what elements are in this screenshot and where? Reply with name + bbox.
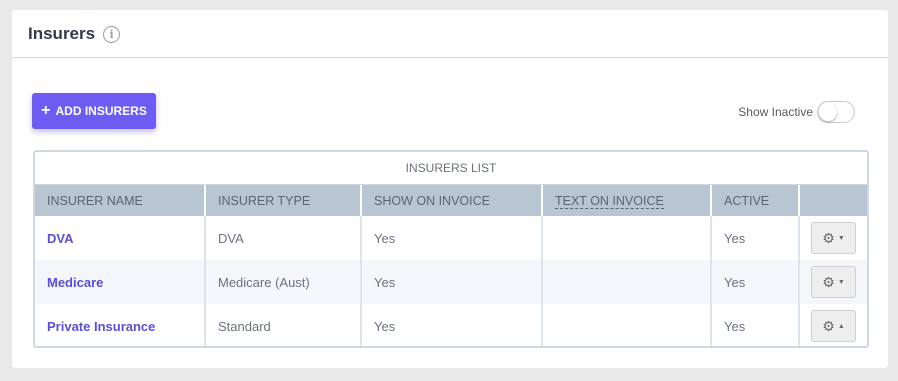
insurer-name-link[interactable]: Medicare: [47, 275, 103, 290]
add-insurers-button[interactable]: + ADD INSURERS: [32, 93, 156, 129]
insurer-name-cell: DVA: [35, 216, 206, 260]
col-insurer-name[interactable]: INSURER NAME: [35, 185, 206, 216]
show-inactive-label: Show Inactive: [738, 105, 813, 119]
col-text-on-invoice-label: TEXT ON INVOICE: [555, 193, 664, 209]
gear-icon: ⚙: [822, 317, 835, 334]
caret-up-icon: ▲: [837, 322, 845, 330]
page-title: Insurers: [28, 23, 96, 43]
active-cell: Yes: [711, 216, 800, 260]
row-actions-button[interactable]: ⚙ ▼: [811, 266, 856, 298]
table-row: DVA DVA Yes Yes ⚙ ▼: [35, 216, 867, 260]
col-active[interactable]: ACTIVE: [711, 185, 800, 216]
insurer-name-link[interactable]: Private Insurance: [47, 319, 155, 334]
col-show-on-invoice[interactable]: SHOW ON INVOICE: [361, 185, 543, 216]
gear-icon: ⚙: [822, 229, 835, 246]
show-on-invoice-cell: Yes: [361, 216, 543, 260]
col-actions: [799, 185, 867, 216]
active-cell: Yes: [711, 260, 800, 304]
text-on-invoice-cell: [542, 216, 712, 260]
insurer-type-cell: DVA: [205, 216, 362, 260]
plus-icon: +: [41, 102, 51, 119]
info-icon[interactable]: i: [103, 26, 121, 43]
table-header-row: INSURER NAME INSURER TYPE SHOW ON INVOIC…: [35, 185, 867, 216]
col-insurer-type[interactable]: INSURER TYPE: [205, 185, 362, 216]
show-on-invoice-cell: Yes: [361, 260, 543, 304]
show-inactive-toggle[interactable]: [817, 101, 855, 123]
card-header: Insurers i: [12, 10, 888, 58]
actions-cell: ⚙ ▼: [799, 260, 867, 304]
table-row: Medicare Medicare (Aust) Yes Yes ⚙ ▼: [35, 260, 867, 304]
toggle-knob: [819, 103, 837, 121]
active-cell: Yes: [711, 304, 800, 346]
insurers-table: INSURERS LIST INSURER NAME INSURER TYPE …: [33, 150, 869, 348]
text-on-invoice-cell: [542, 304, 712, 346]
insurer-name-cell: Private Insurance: [35, 304, 206, 346]
table-row: Private Insurance Standard Yes Yes ⚙ ▲: [35, 304, 867, 346]
add-insurers-label: ADD INSURERS: [55, 104, 147, 118]
insurer-name-link[interactable]: DVA: [47, 231, 73, 246]
actions-cell: ⚙ ▲: [799, 304, 867, 346]
caret-down-icon: ▼: [837, 278, 845, 286]
insurers-grid: INSURER NAME INSURER TYPE SHOW ON INVOIC…: [35, 185, 867, 346]
row-actions-button[interactable]: ⚙ ▼: [811, 222, 856, 254]
insurer-name-cell: Medicare: [35, 260, 206, 304]
show-on-invoice-cell: Yes: [361, 304, 543, 346]
row-actions-button[interactable]: ⚙ ▲: [811, 310, 856, 342]
caret-down-icon: ▼: [837, 234, 845, 242]
insurer-type-cell: Medicare (Aust): [205, 260, 362, 304]
gear-icon: ⚙: [822, 273, 835, 290]
show-inactive-control: Show Inactive: [738, 101, 855, 123]
text-on-invoice-cell: [542, 260, 712, 304]
table-caption: INSURERS LIST: [35, 152, 867, 185]
col-text-on-invoice[interactable]: TEXT ON INVOICE: [542, 185, 712, 216]
actions-cell: ⚙ ▼: [799, 216, 867, 260]
insurer-type-cell: Standard: [205, 304, 362, 346]
insurers-card: Insurers i + ADD INSURERS Show Inactive …: [12, 10, 888, 368]
